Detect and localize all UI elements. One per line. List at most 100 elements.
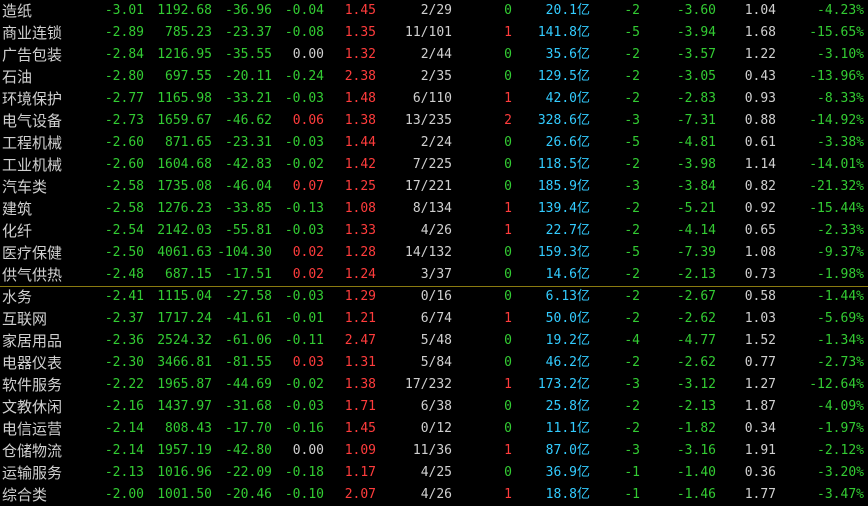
cell-d20-value: -15.44	[809, 201, 857, 216]
cell-change: -2.14	[104, 421, 144, 436]
table-row[interactable]: 造纸 -3.01 1192.68 -36.96 -0.04 1.45 2/29 0 20.1亿 -…	[0, 0, 868, 22]
cell-d3: -3.84	[676, 179, 716, 194]
cell-n2: -5	[624, 135, 640, 150]
cell-speed: -0.11	[284, 333, 324, 348]
cell-cap-unit: 亿	[576, 201, 590, 216]
table-row[interactable]: 环境保护 -2.77 1165.98 -33.21 -0.03 1.48 6/110 1 42.…	[0, 88, 868, 110]
cell-name: 商业连锁	[2, 24, 63, 42]
table-row[interactable]: 互联网 -2.37 1717.24 -41.61 -0.01 1.21 6/74 1 50.0亿…	[0, 308, 868, 330]
cell-cap-unit: 亿	[576, 311, 590, 326]
cell-name: 电信运营	[2, 420, 63, 438]
cell-speed: 0.00	[292, 443, 324, 458]
cell-name: 医疗保健	[2, 244, 63, 262]
cell-lead: 0	[504, 47, 512, 62]
table-row[interactable]: 水务 -2.41 1115.04 -27.58 -0.03 1.29 0/16 0 6.13亿 -…	[0, 286, 868, 308]
cell-d20-value: -9.37	[817, 245, 857, 260]
table-row[interactable]: 运输服务 -2.13 1016.96 -22.09 -0.18 1.17 4/25 0 36.9…	[0, 462, 868, 484]
cell-count: 6/110	[412, 91, 452, 106]
cell-count: 2/24	[420, 135, 452, 150]
cell-price: 1165.98	[157, 91, 212, 106]
cell-cap-unit: 亿	[576, 487, 590, 502]
cell-delta: -44.69	[225, 377, 272, 392]
cell-vr: 1.91	[744, 443, 776, 458]
cell-d20: -3.38%	[776, 132, 864, 154]
cell-price: 4061.63	[157, 245, 212, 260]
cell-d3: -7.39	[676, 245, 716, 260]
table-row[interactable]: 工业机械 -2.60 1604.68 -42.83 -0.02 1.42 7/225 0 118…	[0, 154, 868, 176]
cell-delta: -23.37	[225, 25, 272, 40]
table-row[interactable]: 广告包装 -2.84 1216.95 -35.55 0.00 1.32 2/44 0 35.6亿…	[0, 44, 868, 66]
cell-d20-value: -12.64	[809, 377, 857, 392]
cell-count: 2/44	[420, 47, 452, 62]
table-row[interactable]: 供气供热 -2.48 687.15 -17.51 0.02 1.24 3/37 0 14.6亿 -…	[0, 264, 868, 286]
table-row[interactable]: 化纤 -2.54 2142.03 -55.81 -0.03 1.33 4/26 1 22.7亿 -…	[0, 220, 868, 242]
cell-d20: -15.65%	[776, 22, 864, 44]
cell-change: -2.22	[104, 377, 144, 392]
table-row[interactable]: 汽车类 -2.58 1735.08 -46.04 0.07 1.25 17/221 0 185.…	[0, 176, 868, 198]
cell-d3: -3.57	[676, 47, 716, 62]
cell-cap: 46.2亿	[512, 352, 590, 374]
cell-vr: 1.27	[744, 377, 776, 392]
cell-ratio: 1.71	[344, 399, 376, 414]
cell-count: 11/36	[412, 443, 452, 458]
table-row[interactable]: 医疗保健 -2.50 4061.63 -104.30 0.02 1.28 14/132 0 15…	[0, 242, 868, 264]
cell-change: -2.58	[104, 201, 144, 216]
cell-cap-value: 36.9	[545, 465, 577, 480]
table-row[interactable]: 电信运营 -2.14 808.43 -17.70 -0.16 1.45 0/12 0 11.1亿…	[0, 418, 868, 440]
cell-count: 4/25	[420, 465, 452, 480]
cell-cap-value: 328.6	[537, 113, 577, 128]
table-row[interactable]: 电气设备 -2.73 1659.67 -46.62 0.06 1.38 13/235 2 328…	[0, 110, 868, 132]
cell-cap: 6.13亿	[512, 286, 590, 308]
cell-cap-value: 20.1	[545, 3, 577, 18]
cell-vr: 0.73	[744, 267, 776, 282]
cell-price: 697.55	[165, 69, 212, 84]
cell-d20-unit: %	[856, 487, 864, 502]
cell-n2: -4	[624, 333, 640, 348]
table-row[interactable]: 软件服务 -2.22 1965.87 -44.69 -0.02 1.38 17/232 1 17…	[0, 374, 868, 396]
cell-name: 家居用品	[2, 332, 63, 350]
cell-d20-unit: %	[856, 311, 864, 326]
cell-count: 17/221	[405, 179, 452, 194]
table-row[interactable]: 家居用品 -2.36 2524.32 -61.06 -0.11 2.47 5/48 0 19.2…	[0, 330, 868, 352]
cell-n2: -3	[624, 377, 640, 392]
cell-d20: -3.20%	[776, 462, 864, 484]
cell-cap-value: 11.1	[545, 421, 577, 436]
table-row[interactable]: 工程机械 -2.60 871.65 -23.31 -0.03 1.44 2/24 0 26.6亿…	[0, 132, 868, 154]
cell-speed: -0.10	[284, 487, 324, 502]
cell-cap: 129.5亿	[512, 66, 590, 88]
cell-d20: -1.98%	[776, 264, 864, 286]
cell-price: 1965.87	[157, 377, 212, 392]
table-row[interactable]: 文教休闲 -2.16 1437.97 -31.68 -0.03 1.71 6/38 0 25.8…	[0, 396, 868, 418]
cell-vr: 1.68	[744, 25, 776, 40]
cell-n2: -2	[624, 421, 640, 436]
cell-delta: -81.55	[225, 355, 272, 370]
cell-cap-unit: 亿	[576, 443, 590, 458]
cell-d20-unit: %	[856, 69, 864, 84]
table-row[interactable]: 石油 -2.80 697.55 -20.11 -0.24 2.38 2/35 0 129.5亿 -…	[0, 66, 868, 88]
cell-count: 13/235	[405, 113, 452, 128]
table-row[interactable]: 商业连锁 -2.89 785.23 -23.37 -0.08 1.35 11/101 1 141…	[0, 22, 868, 44]
cell-d3: -3.94	[676, 25, 716, 40]
cell-d20-value: -2.33	[817, 223, 857, 238]
cell-price: 1957.19	[157, 443, 212, 458]
cell-price: 1437.97	[157, 399, 212, 414]
cell-change: -2.00	[104, 487, 144, 502]
table-row[interactable]: 仓储物流 -2.14 1957.19 -42.80 0.00 1.09 11/36 1 87.0…	[0, 440, 868, 462]
cell-n2: -2	[624, 289, 640, 304]
cell-d20: -4.23%	[776, 0, 864, 22]
cell-vr: 1.04	[744, 3, 776, 18]
cell-delta: -20.46	[225, 487, 272, 502]
table-row[interactable]: 建筑 -2.58 1276.23 -33.85 -0.13 1.08 8/134 1 139.4…	[0, 198, 868, 220]
cell-d3: -2.67	[676, 289, 716, 304]
table-row[interactable]: 电器仪表 -2.30 3466.81 -81.55 0.03 1.31 5/84 0 46.2亿…	[0, 352, 868, 374]
cell-d20: -15.44%	[776, 198, 864, 220]
cell-d20-value: -14.92	[809, 113, 857, 128]
cell-d3: -3.05	[676, 69, 716, 84]
cell-cap-value: 22.7	[545, 223, 577, 238]
cell-d20-unit: %	[856, 135, 864, 150]
table-row[interactable]: 综合类 -2.00 1001.50 -20.46 -0.10 2.07 4/26 1 18.8亿…	[0, 484, 868, 506]
cell-count: 2/29	[420, 3, 452, 18]
cell-change: -2.54	[104, 223, 144, 238]
cell-d3: -5.21	[676, 201, 716, 216]
cell-cap: 173.2亿	[512, 374, 590, 396]
